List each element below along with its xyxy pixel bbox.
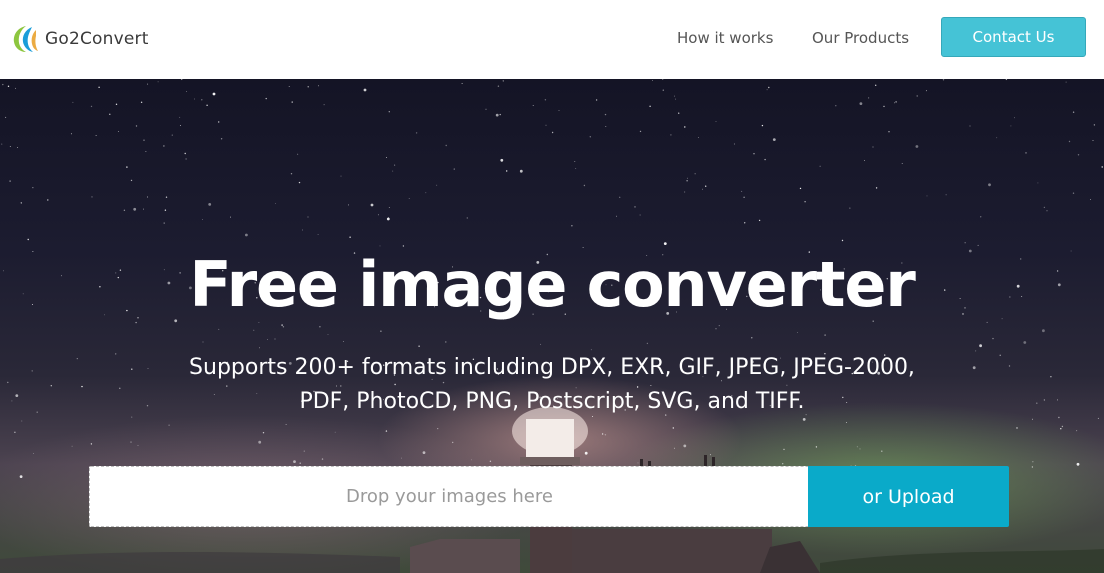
nav-our-products[interactable]: Our Products <box>812 29 909 47</box>
site-header: Go2Convert How it works Our Products Con… <box>0 0 1104 79</box>
drop-zone-placeholder: Drop your images here <box>346 486 553 507</box>
hero-section: Free image converter Supports 200+ forma… <box>0 79 1104 573</box>
logo-text: Go2Convert <box>45 29 149 49</box>
hero-title: Free image converter <box>189 248 915 321</box>
upload-button[interactable]: or Upload <box>808 466 1009 527</box>
go2convert-logo-icon <box>13 26 38 52</box>
contact-us-button[interactable]: Contact Us <box>941 17 1086 57</box>
hero-subtitle-line-1: Supports 200+ formats including DPX, EXR… <box>189 355 915 380</box>
image-drop-zone[interactable]: Drop your images here <box>89 466 809 527</box>
nav-how-it-works[interactable]: How it works <box>677 29 773 47</box>
hero-subtitle: Supports 200+ formats including DPX, EXR… <box>152 351 952 419</box>
logo-link[interactable]: Go2Convert <box>10 24 149 54</box>
hero-subtitle-line-2: PDF, PhotoCD, PNG, Postscript, SVG, and … <box>299 389 805 414</box>
